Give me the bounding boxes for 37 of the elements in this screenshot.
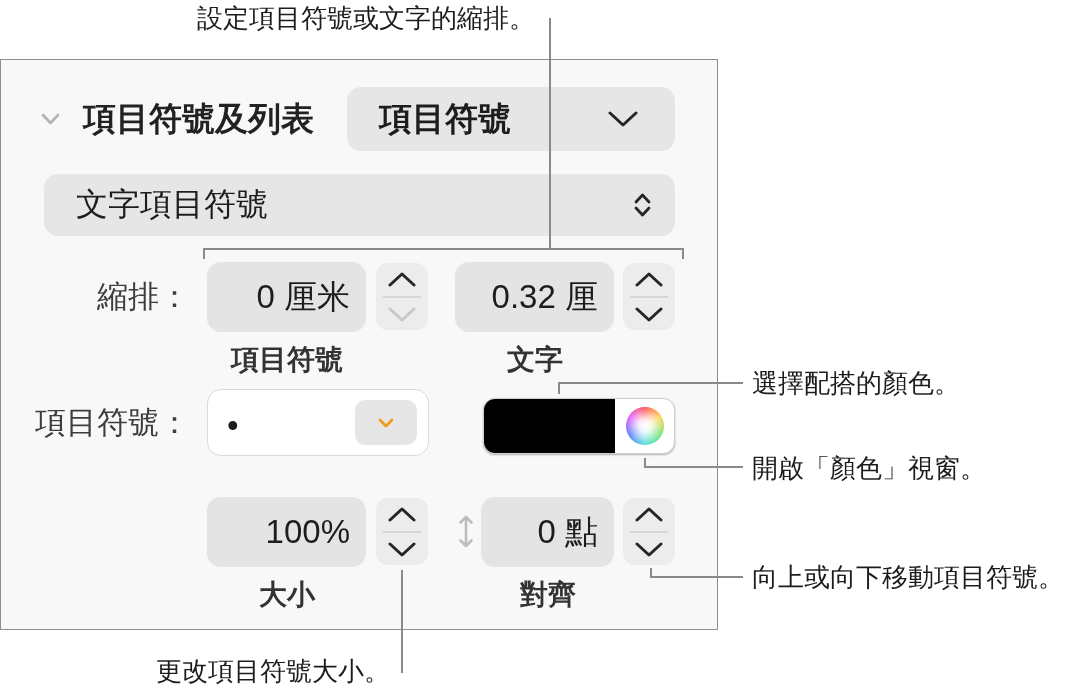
stepper[interactable]: [376, 263, 428, 330]
chevron-up-icon: [388, 271, 416, 288]
number-field[interactable]: 0.32 厘: [455, 261, 614, 332]
chevron-down-icon: [635, 305, 663, 322]
chevron-up-icon: [635, 271, 663, 288]
callout-text: 更改項目符號大小。: [156, 655, 390, 688]
field-caption: 對齊: [518, 578, 577, 612]
row-label: 項目符號：: [34, 403, 190, 442]
field-caption: 大小: [257, 578, 316, 612]
field-caption: 項目符號: [229, 343, 344, 377]
callout-text: 選擇配搭的顏色。: [752, 367, 960, 400]
chevron-down-icon: [388, 305, 416, 322]
stepper[interactable]: [376, 498, 428, 565]
popup-button[interactable]: 文字項目符號: [44, 174, 675, 236]
stepper[interactable]: [623, 498, 675, 565]
callout-text: 向上或向下移動項目符號。: [752, 561, 1064, 594]
section-title: 項目符號及列表: [83, 99, 314, 139]
callout-text: 設定項目符號或文字的縮排。: [197, 2, 535, 35]
chevron-up-icon: [635, 506, 663, 523]
color-well[interactable]: [483, 398, 675, 454]
bullet-field[interactable]: •: [207, 389, 429, 456]
callout-text: 開啟「顏色」視窗。: [752, 452, 986, 485]
up-down-arrow-icon: [457, 514, 475, 549]
chevron-down-icon: [608, 110, 638, 128]
chevron-down-icon: [635, 540, 663, 557]
row-label: 縮排：: [96, 277, 190, 316]
chevron-down-icon: [388, 540, 416, 557]
chevron-down-icon: [378, 417, 394, 428]
chevron-up-icon: [388, 506, 416, 523]
number-field[interactable]: 0 點: [481, 496, 614, 567]
popup-button[interactable]: 項目符號: [347, 87, 675, 151]
stepper[interactable]: [623, 263, 675, 330]
up-down-chevron-icon: [633, 192, 652, 218]
number-field[interactable]: 0 厘米: [207, 261, 366, 332]
color-wheel-icon[interactable]: [625, 407, 664, 445]
number-field[interactable]: 100%: [207, 496, 366, 567]
field-caption: 文字: [505, 343, 564, 377]
